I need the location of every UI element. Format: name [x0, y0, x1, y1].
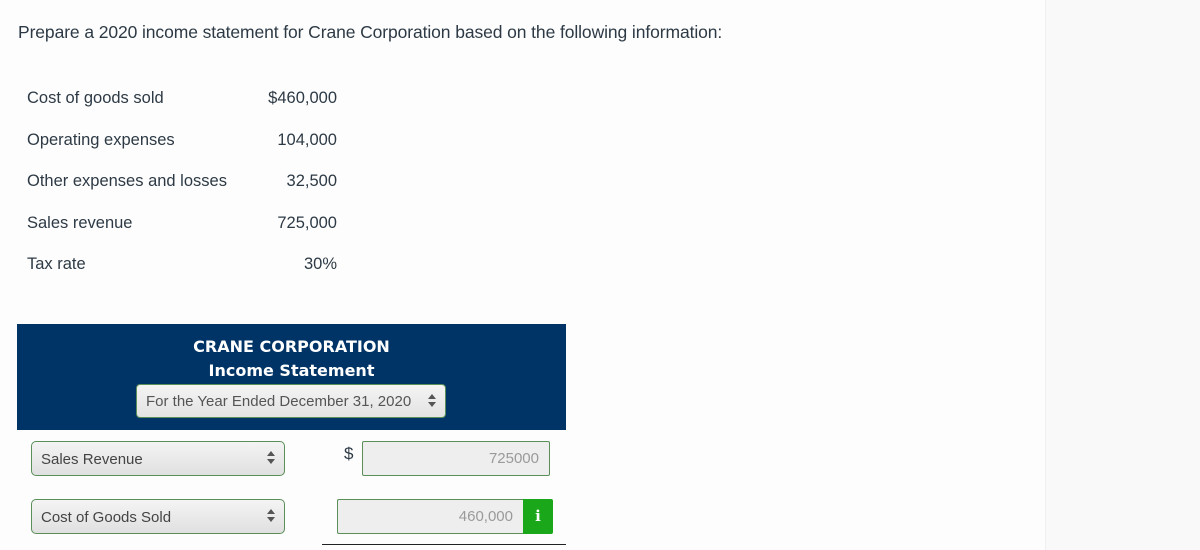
amount-input[interactable]: 725000 — [362, 441, 550, 476]
amount-input[interactable]: 460,000 — [337, 499, 523, 534]
select-arrows-icon — [428, 394, 436, 408]
side-panel — [1045, 0, 1200, 550]
given-label: Operating expenses — [27, 130, 175, 149]
currency-symbol: $ — [344, 444, 354, 463]
given-row: Tax rate 30% — [27, 244, 337, 286]
given-row: Cost of goods sold $460,000 — [27, 78, 337, 120]
info-icon: i — [535, 507, 541, 525]
given-row: Operating expenses 104,000 — [27, 120, 337, 162]
account-select[interactable]: Sales Revenue — [31, 441, 285, 476]
total-underline — [322, 544, 566, 545]
income-statement-form: CRANE CORPORATION Income Statement For t… — [17, 324, 566, 546]
given-label: Tax rate — [27, 255, 86, 274]
select-arrows-icon — [267, 451, 275, 465]
info-button[interactable]: i — [523, 499, 553, 534]
statement-header: CRANE CORPORATION Income Statement For t… — [17, 324, 566, 430]
account-select[interactable]: Cost of Goods Sold — [31, 499, 285, 534]
account-select-value: Cost of Goods Sold — [41, 509, 172, 526]
given-value: 725,000 — [277, 213, 337, 232]
company-name: CRANE CORPORATION — [193, 337, 390, 356]
given-value: 32,500 — [286, 172, 337, 191]
statement-row: Sales Revenue $ 725000 — [17, 430, 566, 488]
given-row: Other expenses and losses 32,500 — [27, 161, 337, 203]
given-label: Other expenses and losses — [27, 172, 227, 191]
given-label: Sales revenue — [27, 213, 133, 232]
given-information-table: Cost of goods sold $460,000 Operating ex… — [27, 78, 337, 286]
statement-title: Income Statement — [208, 361, 375, 380]
given-value: 104,000 — [277, 130, 337, 149]
period-select[interactable]: For the Year Ended December 31, 2020 — [136, 384, 446, 418]
account-select-value: Sales Revenue — [41, 451, 143, 468]
statement-row: Cost of Goods Sold 460,000 i — [17, 488, 566, 546]
given-row: Sales revenue 725,000 — [27, 203, 337, 245]
period-select-value: For the Year Ended December 31, 2020 — [146, 393, 412, 410]
given-value: $460,000 — [268, 89, 337, 108]
question-prompt: Prepare a 2020 income statement for Cran… — [18, 22, 723, 42]
given-label: Cost of goods sold — [27, 89, 164, 108]
question-area: Prepare a 2020 income statement for Cran… — [0, 0, 1045, 550]
select-arrows-icon — [267, 509, 275, 523]
given-value: 30% — [303, 255, 337, 274]
